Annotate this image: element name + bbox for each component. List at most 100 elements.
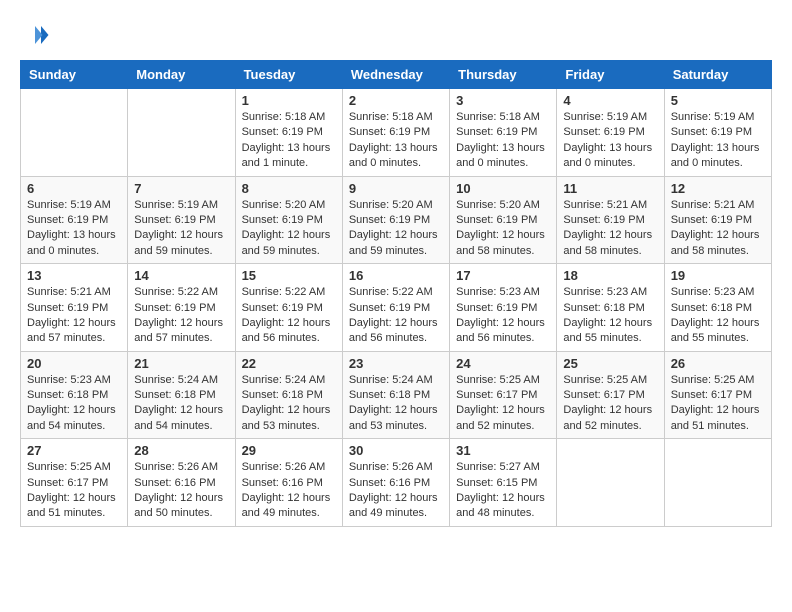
calendar-day-cell: 9Sunrise: 5:20 AM Sunset: 6:19 PM Daylig… bbox=[342, 176, 449, 264]
calendar-week-row: 13 Sunrise: 5:21 AM Sunset: 6:19 PM Dayli… bbox=[21, 264, 772, 352]
calendar-day-cell: 29 Sunrise: 5:26 AM Sunset: 6:16 PM Dayli… bbox=[235, 439, 342, 527]
calendar-day-cell: 30Sunrise: 5:26 AM Sunset: 6:16 PM Dayli… bbox=[342, 439, 449, 527]
calendar-week-row: 20 Sunrise: 5:23 AM Sunset: 6:18 PM Dayli… bbox=[21, 351, 772, 439]
day-info: Sunrise: 5:22 AM Sunset: 6:19 PM Dayligh… bbox=[134, 285, 228, 347]
day-info: Sunrise: 5:25 AM Sunset: 6:17 PM Dayligh… bbox=[671, 373, 765, 435]
calendar-day-cell: 10Sunrise: 5:20 AM Sunset: 6:19 PM Dayli… bbox=[450, 176, 557, 264]
calendar-day-cell: 15 Sunrise: 5:22 AM Sunset: 6:19 PM Dayli… bbox=[235, 264, 342, 352]
calendar-day-cell: 1 Sunrise: 5:18 AM Sunset: 6:19 PM Daylig… bbox=[235, 89, 342, 177]
day-number: 4 bbox=[563, 93, 657, 108]
day-number: 16 bbox=[349, 268, 443, 283]
day-info: Sunrise: 5:27 AM Sunset: 6:15 PM Dayligh… bbox=[456, 460, 550, 522]
calendar-day-cell: 11 Sunrise: 5:21 AM Sunset: 6:19 PM Dayli… bbox=[557, 176, 664, 264]
calendar-header-row: SundayMondayTuesdayWednesdayThursdayFrid… bbox=[21, 61, 772, 89]
day-number: 28 bbox=[134, 443, 228, 458]
day-number: 17 bbox=[456, 268, 550, 283]
day-info: Sunrise: 5:19 AM Sunset: 6:19 PM Dayligh… bbox=[27, 198, 121, 260]
day-number: 14 bbox=[134, 268, 228, 283]
day-number: 29 bbox=[242, 443, 336, 458]
calendar-day-cell: 23 Sunrise: 5:24 AM Sunset: 6:18 PM Dayli… bbox=[342, 351, 449, 439]
day-info: Sunrise: 5:18 AM Sunset: 6:19 PM Dayligh… bbox=[242, 110, 336, 172]
day-number: 30 bbox=[349, 443, 443, 458]
calendar-day-cell: 21 Sunrise: 5:24 AM Sunset: 6:18 PM Dayli… bbox=[128, 351, 235, 439]
day-info: Sunrise: 5:23 AM Sunset: 6:18 PM Dayligh… bbox=[563, 285, 657, 347]
day-info: Sunrise: 5:19 AM Sunset: 6:19 PM Dayligh… bbox=[563, 110, 657, 172]
calendar-day-cell: 13 Sunrise: 5:21 AM Sunset: 6:19 PM Dayli… bbox=[21, 264, 128, 352]
day-info: Sunrise: 5:22 AM Sunset: 6:19 PM Dayligh… bbox=[242, 285, 336, 347]
calendar-week-row: 27Sunrise: 5:25 AM Sunset: 6:17 PM Dayli… bbox=[21, 439, 772, 527]
calendar-day-cell: 14 Sunrise: 5:22 AM Sunset: 6:19 PM Dayli… bbox=[128, 264, 235, 352]
day-number: 21 bbox=[134, 356, 228, 371]
day-info: Sunrise: 5:19 AM Sunset: 6:19 PM Dayligh… bbox=[671, 110, 765, 172]
calendar-day-cell: 27Sunrise: 5:25 AM Sunset: 6:17 PM Dayli… bbox=[21, 439, 128, 527]
logo bbox=[20, 20, 54, 50]
logo-icon bbox=[20, 20, 50, 50]
day-number: 23 bbox=[349, 356, 443, 371]
calendar-day-cell: 25 Sunrise: 5:25 AM Sunset: 6:17 PM Dayli… bbox=[557, 351, 664, 439]
calendar-day-cell: 7 Sunrise: 5:19 AM Sunset: 6:19 PM Daylig… bbox=[128, 176, 235, 264]
day-of-week-header: Sunday bbox=[21, 61, 128, 89]
day-info: Sunrise: 5:25 AM Sunset: 6:17 PM Dayligh… bbox=[563, 373, 657, 435]
day-number: 15 bbox=[242, 268, 336, 283]
calendar-day-cell: 16Sunrise: 5:22 AM Sunset: 6:19 PM Dayli… bbox=[342, 264, 449, 352]
day-of-week-header: Saturday bbox=[664, 61, 771, 89]
calendar-day-cell: 12 Sunrise: 5:21 AM Sunset: 6:19 PM Dayli… bbox=[664, 176, 771, 264]
day-info: Sunrise: 5:24 AM Sunset: 6:18 PM Dayligh… bbox=[242, 373, 336, 435]
day-number: 27 bbox=[27, 443, 121, 458]
calendar-day-cell: 2 Sunrise: 5:18 AM Sunset: 6:19 PM Daylig… bbox=[342, 89, 449, 177]
day-number: 3 bbox=[456, 93, 550, 108]
day-info: Sunrise: 5:21 AM Sunset: 6:19 PM Dayligh… bbox=[563, 198, 657, 260]
day-info: Sunrise: 5:21 AM Sunset: 6:19 PM Dayligh… bbox=[671, 198, 765, 260]
day-of-week-header: Thursday bbox=[450, 61, 557, 89]
calendar-day-cell bbox=[21, 89, 128, 177]
day-number: 20 bbox=[27, 356, 121, 371]
day-info: Sunrise: 5:21 AM Sunset: 6:19 PM Dayligh… bbox=[27, 285, 121, 347]
day-number: 11 bbox=[563, 181, 657, 196]
calendar-day-cell: 17 Sunrise: 5:23 AM Sunset: 6:19 PM Dayli… bbox=[450, 264, 557, 352]
day-of-week-header: Wednesday bbox=[342, 61, 449, 89]
day-number: 25 bbox=[563, 356, 657, 371]
day-info: Sunrise: 5:26 AM Sunset: 6:16 PM Dayligh… bbox=[134, 460, 228, 522]
day-number: 2 bbox=[349, 93, 443, 108]
calendar-day-cell: 6 Sunrise: 5:19 AM Sunset: 6:19 PM Daylig… bbox=[21, 176, 128, 264]
day-info: Sunrise: 5:23 AM Sunset: 6:18 PM Dayligh… bbox=[27, 373, 121, 435]
day-number: 22 bbox=[242, 356, 336, 371]
day-info: Sunrise: 5:18 AM Sunset: 6:19 PM Dayligh… bbox=[349, 110, 443, 172]
day-number: 1 bbox=[242, 93, 336, 108]
calendar-day-cell bbox=[664, 439, 771, 527]
day-of-week-header: Tuesday bbox=[235, 61, 342, 89]
day-of-week-header: Friday bbox=[557, 61, 664, 89]
day-number: 6 bbox=[27, 181, 121, 196]
day-number: 18 bbox=[563, 268, 657, 283]
calendar-week-row: 1 Sunrise: 5:18 AM Sunset: 6:19 PM Daylig… bbox=[21, 89, 772, 177]
day-number: 26 bbox=[671, 356, 765, 371]
calendar-day-cell: 20 Sunrise: 5:23 AM Sunset: 6:18 PM Dayli… bbox=[21, 351, 128, 439]
day-info: Sunrise: 5:19 AM Sunset: 6:19 PM Dayligh… bbox=[134, 198, 228, 260]
calendar-day-cell: 28 Sunrise: 5:26 AM Sunset: 6:16 PM Dayli… bbox=[128, 439, 235, 527]
day-number: 31 bbox=[456, 443, 550, 458]
day-number: 7 bbox=[134, 181, 228, 196]
calendar-day-cell: 22 Sunrise: 5:24 AM Sunset: 6:18 PM Dayli… bbox=[235, 351, 342, 439]
day-info: Sunrise: 5:24 AM Sunset: 6:18 PM Dayligh… bbox=[349, 373, 443, 435]
day-info: Sunrise: 5:26 AM Sunset: 6:16 PM Dayligh… bbox=[242, 460, 336, 522]
day-number: 24 bbox=[456, 356, 550, 371]
day-info: Sunrise: 5:24 AM Sunset: 6:18 PM Dayligh… bbox=[134, 373, 228, 435]
day-info: Sunrise: 5:18 AM Sunset: 6:19 PM Dayligh… bbox=[456, 110, 550, 172]
day-info: Sunrise: 5:23 AM Sunset: 6:19 PM Dayligh… bbox=[456, 285, 550, 347]
calendar-day-cell: 24 Sunrise: 5:25 AM Sunset: 6:17 PM Dayli… bbox=[450, 351, 557, 439]
calendar-day-cell: 26 Sunrise: 5:25 AM Sunset: 6:17 PM Dayli… bbox=[664, 351, 771, 439]
calendar-day-cell: 31 Sunrise: 5:27 AM Sunset: 6:15 PM Dayli… bbox=[450, 439, 557, 527]
day-info: Sunrise: 5:20 AM Sunset: 6:19 PM Dayligh… bbox=[456, 198, 550, 260]
calendar-day-cell: 5Sunrise: 5:19 AM Sunset: 6:19 PM Daylig… bbox=[664, 89, 771, 177]
calendar-table: SundayMondayTuesdayWednesdayThursdayFrid… bbox=[20, 60, 772, 527]
day-of-week-header: Monday bbox=[128, 61, 235, 89]
calendar-day-cell: 4 Sunrise: 5:19 AM Sunset: 6:19 PM Daylig… bbox=[557, 89, 664, 177]
day-number: 13 bbox=[27, 268, 121, 283]
day-info: Sunrise: 5:25 AM Sunset: 6:17 PM Dayligh… bbox=[456, 373, 550, 435]
day-info: Sunrise: 5:20 AM Sunset: 6:19 PM Dayligh… bbox=[349, 198, 443, 260]
calendar-day-cell: 3 Sunrise: 5:18 AM Sunset: 6:19 PM Daylig… bbox=[450, 89, 557, 177]
day-info: Sunrise: 5:23 AM Sunset: 6:18 PM Dayligh… bbox=[671, 285, 765, 347]
day-number: 12 bbox=[671, 181, 765, 196]
calendar-day-cell: 19Sunrise: 5:23 AM Sunset: 6:18 PM Dayli… bbox=[664, 264, 771, 352]
calendar-day-cell: 8Sunrise: 5:20 AM Sunset: 6:19 PM Daylig… bbox=[235, 176, 342, 264]
